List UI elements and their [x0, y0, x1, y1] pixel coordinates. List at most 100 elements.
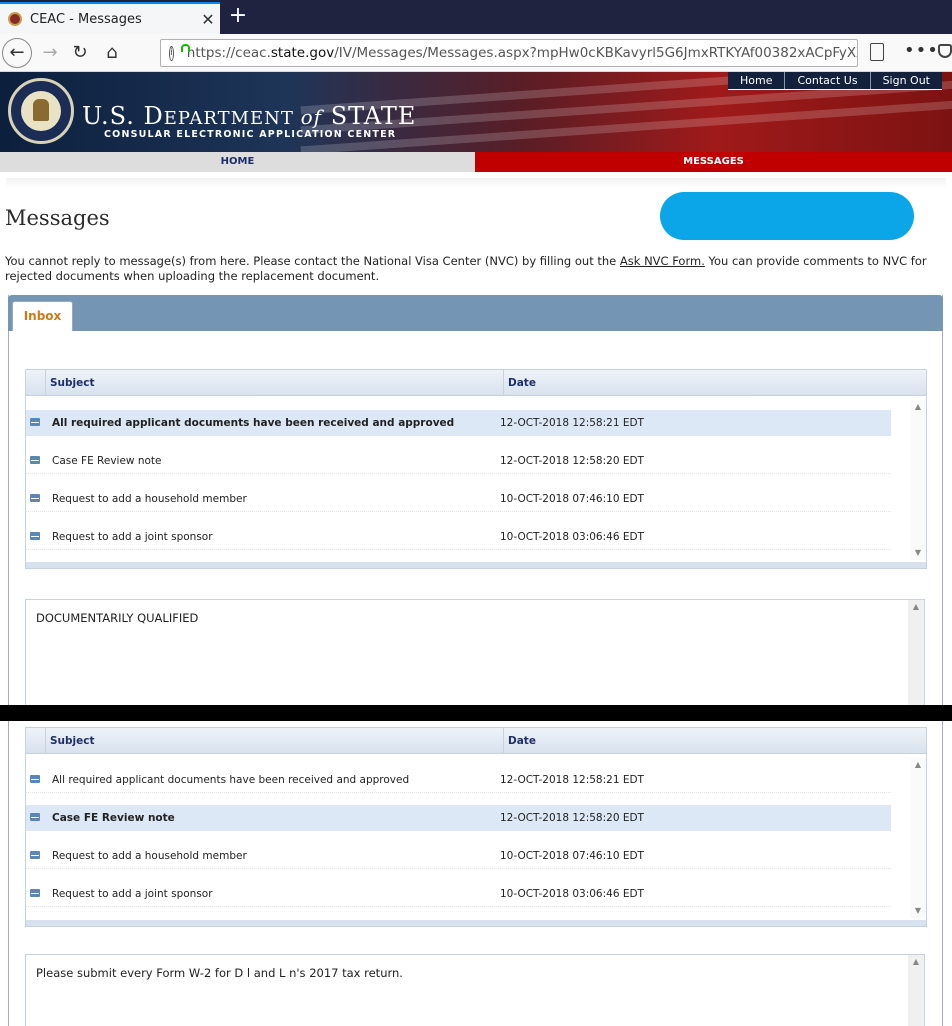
url-path: /IV/Messages/Messages.aspx?mpHw0cKBKavyr… — [334, 45, 858, 61]
grid-header: Subject Date — [26, 370, 926, 396]
grid-scrollbar[interactable]: ▲ ▼ — [910, 758, 926, 918]
home-icon[interactable]: ⌂ — [98, 40, 126, 66]
url-domain: state.gov — [270, 45, 335, 61]
url-bar[interactable]: i https://ceac. state.gov/IV/Messages/Mes… — [160, 39, 858, 67]
table-row[interactable]: Request to add a joint sponsor 10-OCT-20… — [26, 881, 891, 907]
column-header-subject[interactable]: Subject — [50, 377, 95, 389]
grid-footer — [26, 920, 926, 926]
grid-header: Subject Date — [26, 728, 926, 754]
top-link-contact[interactable]: Contact Us — [784, 72, 869, 89]
row-date: 12-OCT-2018 12:58:20 EDT — [500, 812, 644, 824]
ask-nvc-form-link[interactable]: Ask NVC Form. — [620, 254, 705, 268]
envelope-icon — [30, 889, 40, 897]
row-subject: Case FE Review note — [52, 812, 175, 824]
inbox-tabbar — [8, 295, 943, 331]
site-info-icon[interactable]: i — [169, 45, 174, 61]
table-row[interactable]: Request to add a household member 10-OCT… — [26, 486, 891, 512]
envelope-icon — [30, 851, 40, 859]
redaction-mark — [660, 192, 914, 240]
pocket-icon[interactable] — [938, 44, 952, 58]
back-arrow-icon[interactable]: ← — [2, 38, 32, 68]
site-favicon-icon — [8, 12, 22, 26]
message-scrollbar[interactable]: ▲ — [908, 955, 924, 1026]
reload-icon[interactable]: ↻ — [66, 40, 94, 66]
panel-border — [8, 721, 9, 1026]
grid-gutter — [26, 370, 46, 396]
reader-view-icon[interactable] — [870, 43, 884, 61]
row-date: 12-OCT-2018 12:58:21 EDT — [500, 417, 644, 429]
tab-title: CEAC - Messages — [30, 11, 142, 27]
messages-grid-bottom: Subject Date All required applicant docu… — [25, 727, 927, 927]
message-scrollbar[interactable]: ▲ — [908, 600, 924, 706]
browser-tab[interactable]: CEAC - Messages ✕ — [0, 2, 220, 34]
scroll-down-icon[interactable]: ▼ — [910, 904, 926, 918]
department-title: U.S. DEPARTMENT of STATE — [82, 102, 416, 130]
seal-eagle-icon — [21, 91, 61, 131]
notice-part-1: You cannot reply to message(s) from here… — [5, 254, 620, 268]
scroll-up-icon[interactable]: ▲ — [908, 602, 924, 611]
envelope-icon — [30, 494, 40, 502]
table-row[interactable]: All required applicant documents have be… — [26, 767, 891, 793]
message-body-bottom[interactable]: Please submit every Form W-2 for D l and… — [25, 954, 925, 1026]
screenshot-divider — [0, 705, 952, 721]
browser-toolbar: ← → ↻ ⌂ i https://ceac. state.gov/IV/Mess… — [0, 34, 952, 72]
dept-us: U.S. D — [82, 102, 164, 130]
top-link-signout[interactable]: Sign Out — [869, 72, 942, 89]
page-title: Messages — [5, 206, 110, 230]
dept-of: of — [300, 105, 323, 129]
message-body-top[interactable]: DOCUMENTARILY QUALIFIED ▲ — [25, 599, 925, 707]
row-date: 12-OCT-2018 12:58:20 EDT — [500, 455, 644, 467]
site-banner: U.S. DEPARTMENT of STATE CONSULAR ELECTR… — [0, 72, 952, 152]
message-text: Please submit every Form W-2 for D l and… — [36, 966, 403, 980]
row-subject: Request to add a joint sponsor — [52, 531, 213, 543]
grid-scrollbar[interactable]: ▲ ▼ — [910, 400, 926, 560]
column-header-date[interactable]: Date — [503, 370, 536, 396]
menu-item-home[interactable]: HOME — [0, 152, 475, 172]
main-menu: HOME MESSAGES — [0, 152, 952, 172]
tab-inbox[interactable]: Inbox — [12, 301, 73, 331]
more-actions-icon[interactable]: ••• — [904, 40, 939, 61]
close-tab-icon[interactable]: ✕ — [196, 10, 220, 29]
row-subject: Request to add a joint sponsor — [52, 888, 213, 900]
scroll-up-icon[interactable]: ▲ — [910, 758, 926, 772]
scroll-down-icon[interactable]: ▼ — [910, 546, 926, 560]
messages-grid-top: Subject Date All required applicant docu… — [25, 369, 927, 569]
dept-rest: EPARTMENT — [163, 108, 301, 129]
row-date: 12-OCT-2018 12:58:21 EDT — [500, 774, 644, 786]
table-row[interactable]: Request to add a household member 10-OCT… — [26, 843, 891, 869]
table-row[interactable]: All required applicant documents have be… — [26, 410, 891, 436]
new-tab-icon[interactable]: + — [224, 2, 252, 32]
column-header-date[interactable]: Date — [503, 728, 536, 754]
envelope-icon — [30, 532, 40, 540]
scroll-up-icon[interactable]: ▲ — [910, 400, 926, 414]
top-link-home[interactable]: Home — [728, 72, 784, 89]
column-header-subject[interactable]: Subject — [50, 735, 95, 747]
envelope-icon — [30, 813, 40, 821]
table-row[interactable]: Case FE Review note 12-OCT-2018 12:58:20… — [26, 448, 891, 474]
scroll-up-icon[interactable]: ▲ — [908, 957, 924, 966]
header-shadow — [6, 178, 946, 188]
row-subject: Case FE Review note — [52, 455, 162, 467]
browser-tab-bar: CEAC - Messages ✕ + — [0, 0, 952, 34]
url-prefix: https://ceac. — [186, 45, 271, 61]
envelope-icon — [30, 775, 40, 783]
envelope-icon — [30, 418, 40, 426]
row-subject: All required applicant documents have be… — [52, 417, 455, 429]
table-row[interactable]: Case FE Review note 12-OCT-2018 12:58:20… — [26, 805, 891, 831]
panel-border — [942, 721, 943, 1026]
grid-gutter — [26, 728, 46, 754]
notice-text: You cannot reply to message(s) from here… — [5, 254, 945, 284]
department-seal-icon — [8, 78, 74, 144]
row-date: 10-OCT-2018 03:06:46 EDT — [500, 531, 644, 543]
row-subject: Request to add a household member — [52, 850, 247, 862]
row-date: 10-OCT-2018 07:46:10 EDT — [500, 850, 644, 862]
forward-arrow-icon[interactable]: → — [36, 40, 64, 66]
row-subject: Request to add a household member — [52, 493, 247, 505]
row-subject: All required applicant documents have be… — [52, 774, 410, 786]
top-links: Home Contact Us Sign Out — [728, 72, 942, 90]
menu-item-messages[interactable]: MESSAGES — [475, 152, 952, 172]
envelope-icon — [30, 456, 40, 464]
row-date: 10-OCT-2018 03:06:46 EDT — [500, 888, 644, 900]
message-text: DOCUMENTARILY QUALIFIED — [36, 611, 199, 625]
table-row[interactable]: Request to add a joint sponsor 10-OCT-20… — [26, 524, 891, 550]
